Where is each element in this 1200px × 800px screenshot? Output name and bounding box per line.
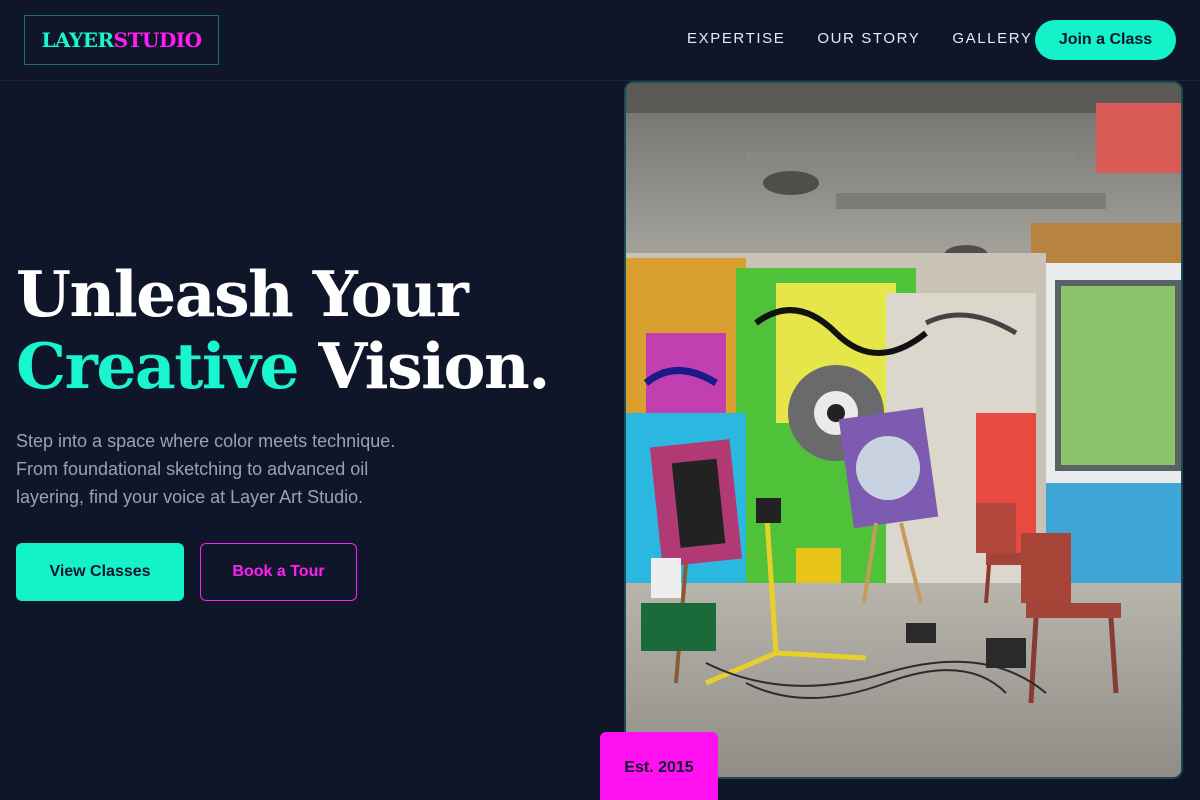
headline-accent-word: Creative — [16, 329, 299, 403]
book-tour-button[interactable]: Book a Tour — [200, 543, 357, 601]
nav-link-our-story[interactable]: OUR STORY — [817, 30, 920, 47]
brand-logo[interactable]: LAYER STUDIO — [24, 15, 219, 65]
view-classes-button[interactable]: View Classes — [16, 543, 184, 601]
nav-link-expertise[interactable]: EXPERTISE — [687, 30, 785, 47]
established-badge: Est. 2015 — [600, 732, 718, 800]
brand-logo-part1: LAYER — [41, 28, 114, 52]
hero-image — [624, 81, 1183, 779]
top-nav: LAYER STUDIO EXPERTISE OUR STORY GALLERY … — [0, 0, 1200, 81]
page: LAYER STUDIO EXPERTISE OUR STORY GALLERY … — [0, 0, 1200, 800]
brand-logo-part2: STUDIO — [113, 28, 202, 52]
studio-illustration — [626, 83, 1181, 777]
join-class-button[interactable]: Join a Class — [1035, 20, 1176, 60]
headline-rest: Vision. — [297, 329, 550, 403]
headline-line1: Unleash Your — [16, 257, 469, 331]
nav-link-gallery[interactable]: GALLERY — [952, 30, 1032, 47]
nav-links: EXPERTISE OUR STORY GALLERY — [687, 30, 1033, 47]
hero-subtext: Step into a space where color meets tech… — [16, 431, 396, 507]
hero-headline: Unleash Your Creative Vision. — [16, 258, 596, 402]
